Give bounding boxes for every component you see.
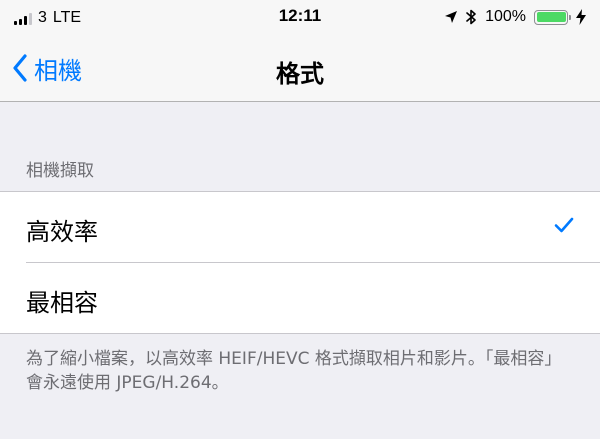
- navigation-bar: 相機 格式: [0, 36, 600, 102]
- option-high-efficiency[interactable]: 高效率: [0, 192, 600, 263]
- page-title: 格式: [276, 60, 324, 88]
- option-most-compatible[interactable]: 最相容: [0, 263, 600, 334]
- footer-description: 為了縮小檔案，以高效率 HEIF/HEVC 格式擷取相片和影片。「最相容」會永遠…: [26, 349, 562, 393]
- checkmark-icon: [554, 217, 574, 233]
- status-right: 100%: [444, 6, 586, 28]
- charging-bolt-icon: [576, 9, 586, 25]
- battery-level-fill: [536, 12, 566, 22]
- bluetooth-icon: [466, 9, 476, 25]
- status-bar: 3 LTE 12:11 100%: [0, 0, 600, 36]
- option-label: 最相容: [26, 289, 98, 317]
- battery-icon: [534, 9, 571, 25]
- battery-percent-label: 100%: [485, 8, 526, 25]
- capture-format-list: 高效率 最相容: [0, 191, 600, 334]
- settings-screen: 3 LTE 12:11 100% 相機 格式 相機擷取 高效率 最相容 為了縮小…: [0, 0, 600, 439]
- location-arrow-icon: [445, 11, 458, 23]
- option-label: 高效率: [26, 218, 98, 246]
- section-header: 相機擷取: [26, 161, 94, 181]
